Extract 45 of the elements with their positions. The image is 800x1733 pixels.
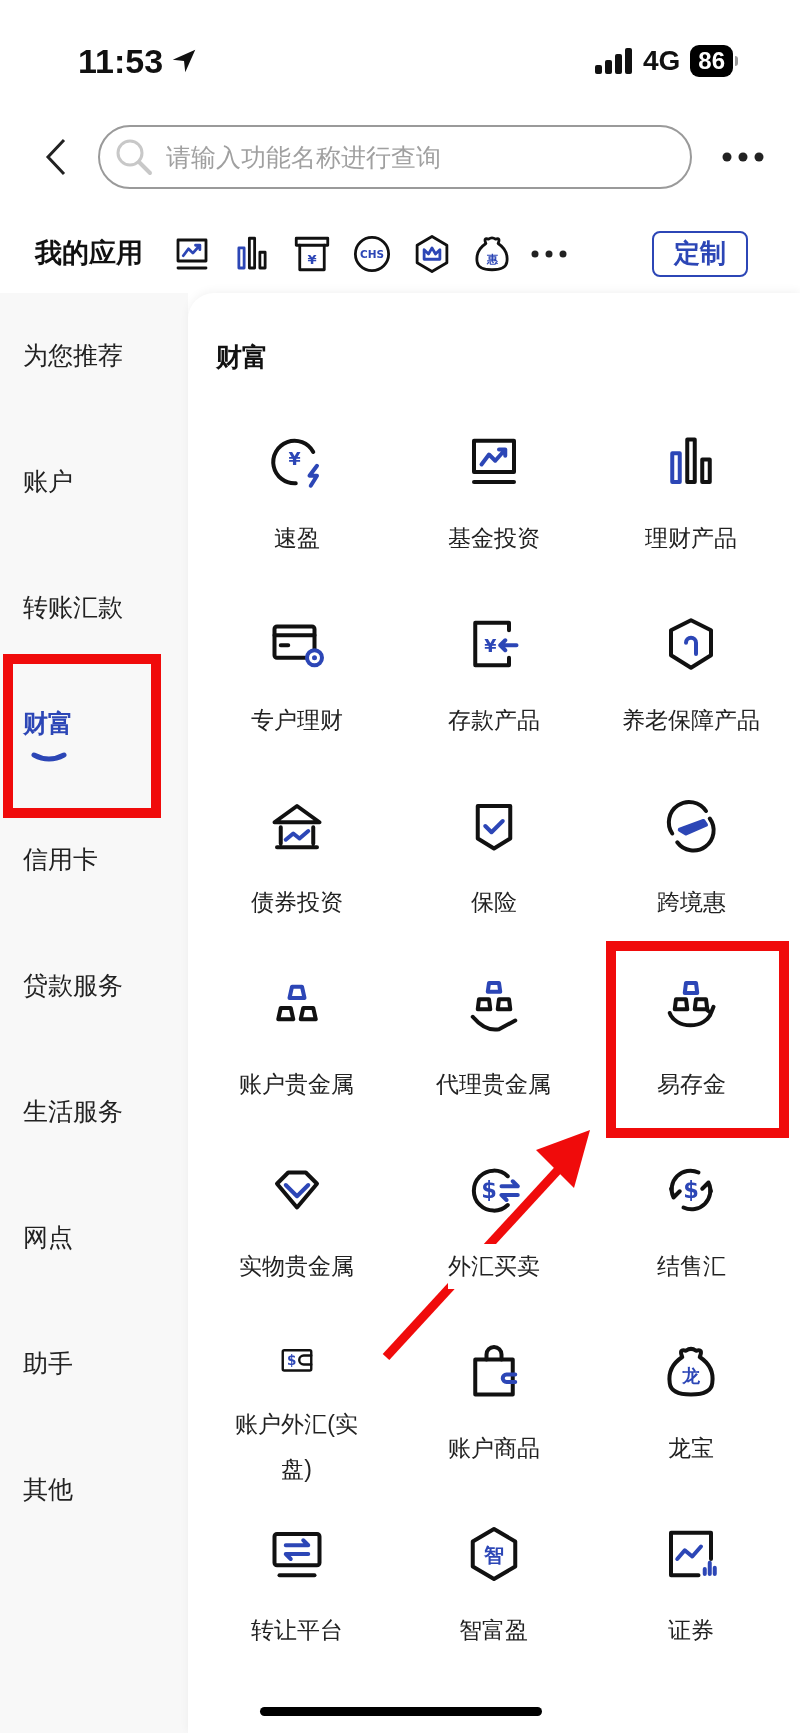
app-tile[interactable]: 保险	[395, 764, 593, 946]
app-tile[interactable]: 理财产品	[592, 400, 790, 582]
more-icon[interactable]	[722, 152, 764, 162]
app-tile[interactable]: 转让平台	[198, 1492, 396, 1674]
app-tile[interactable]: 账户贵金属	[198, 946, 396, 1128]
more-icon[interactable]	[531, 249, 567, 258]
search-field[interactable]: 请输入功能名称进行查询	[98, 125, 692, 189]
app-label: 外汇买卖	[448, 1244, 540, 1289]
sidebar-item[interactable]: 转账汇款	[0, 545, 188, 671]
sidebar-item[interactable]: 网点	[0, 1175, 188, 1301]
sidebar-item[interactable]: 其他	[0, 1427, 188, 1553]
app-tile[interactable]: 专户理财	[198, 582, 396, 764]
app-tile[interactable]: ¥ 存款产品	[395, 582, 593, 764]
customize-button[interactable]: 定制	[652, 230, 748, 277]
underline-icon	[31, 750, 67, 763]
sidebar-item[interactable]: 财富	[0, 671, 188, 797]
section-title: 财富	[216, 342, 268, 372]
app-tile[interactable]: 账户商品	[395, 1310, 593, 1492]
section-label: 我的应用	[35, 237, 143, 271]
app-tile[interactable]: $ 结售汇	[592, 1128, 790, 1310]
sidebar-item[interactable]: 账户	[0, 419, 188, 545]
sidebar-item[interactable]: 贷款服务	[0, 923, 188, 1049]
app-tile[interactable]: 债券投资	[198, 764, 396, 946]
signal-icon	[594, 48, 633, 74]
back-icon[interactable]	[44, 138, 68, 176]
sidebar-item[interactable]: 信用卡	[0, 797, 188, 923]
app-tile[interactable]: $ 外汇买卖	[395, 1128, 593, 1310]
app-tile[interactable]: 养老保障产品	[592, 582, 790, 764]
search-icon	[114, 137, 154, 177]
app-tile[interactable]: 基金投资	[395, 400, 593, 582]
app-tile[interactable]: 代理贵金属	[395, 946, 593, 1128]
sidebar-item[interactable]: 为您推荐	[0, 293, 188, 419]
app-tile[interactable]: 实物贵金属	[198, 1128, 396, 1310]
sidebar-item[interactable]: 助手	[0, 1301, 188, 1427]
sidebar-item[interactable]: 生活服务	[0, 1049, 188, 1175]
app-tile[interactable]: 智 智富盈	[395, 1492, 593, 1674]
app-tile[interactable]: 证券	[592, 1492, 790, 1674]
app-tile[interactable]: $ 账户外汇(实盘)	[198, 1310, 396, 1492]
app-tile[interactable]: 易存金	[592, 946, 790, 1128]
app-tile[interactable]: ¥ 速盈	[198, 400, 396, 582]
app-tile[interactable]: 跨境惠	[592, 764, 790, 946]
battery-indicator: 86	[690, 45, 738, 77]
app-tile[interactable]: 龙 龙宝	[592, 1310, 790, 1492]
clock-time: 11:53	[78, 41, 164, 81]
network-type: 4G	[642, 44, 681, 78]
